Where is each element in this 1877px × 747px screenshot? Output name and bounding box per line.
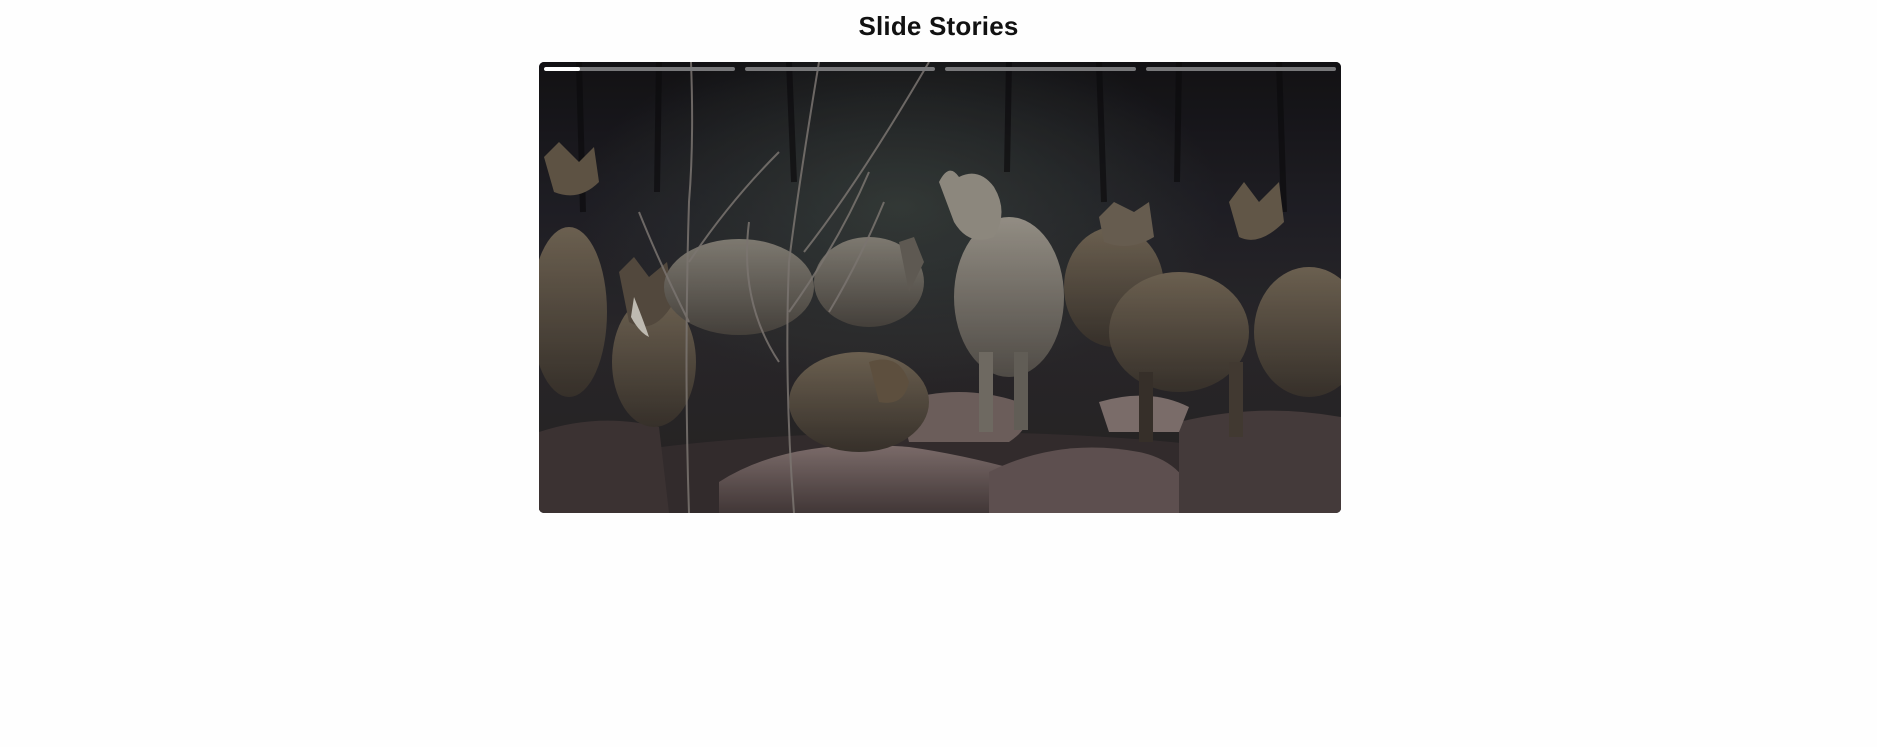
- previous-slide-zone[interactable]: [539, 62, 940, 513]
- progress-segment: [744, 67, 935, 71]
- story-viewer[interactable]: [539, 62, 1341, 513]
- progress-fill: [544, 67, 581, 71]
- page-title: Slide Stories: [858, 11, 1019, 41]
- progress-segment: [544, 67, 735, 71]
- progress-segment: [945, 67, 1136, 71]
- story-progress-bar: [544, 67, 1336, 71]
- next-slide-zone[interactable]: [940, 62, 1341, 513]
- progress-segment: [1145, 67, 1336, 71]
